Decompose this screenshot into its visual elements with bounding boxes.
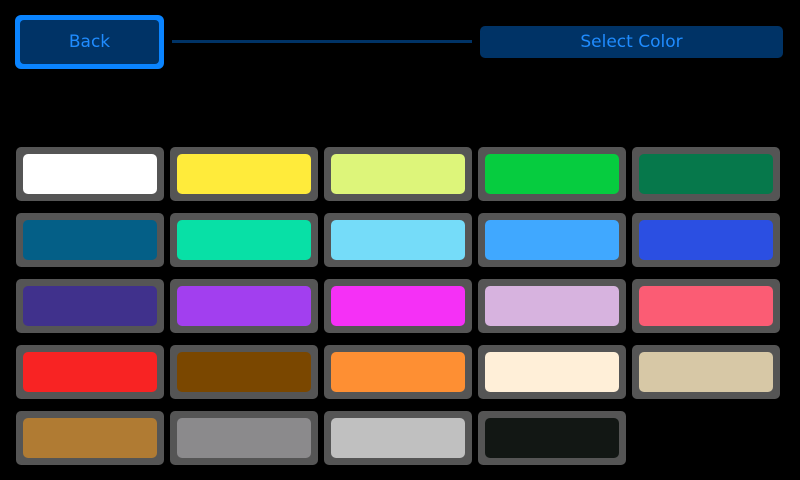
color-swatch-9[interactable]: [478, 213, 626, 267]
color-swatch-10[interactable]: [632, 213, 780, 267]
color-swatch-20[interactable]: [632, 345, 780, 399]
color-swatch-fill: [23, 418, 157, 458]
page-title: Select Color: [480, 26, 783, 58]
color-swatch-fill: [485, 154, 619, 194]
color-swatch-fill: [331, 418, 465, 458]
color-swatch-fill: [485, 286, 619, 326]
color-swatch-fill: [331, 220, 465, 260]
color-swatch-fill: [177, 418, 311, 458]
color-swatch-fill: [177, 220, 311, 260]
color-swatch-2[interactable]: [170, 147, 318, 201]
color-swatch-fill: [485, 352, 619, 392]
color-swatch-12[interactable]: [170, 279, 318, 333]
color-swatch-22[interactable]: [170, 411, 318, 465]
color-swatch-fill: [639, 154, 773, 194]
color-swatch-3[interactable]: [324, 147, 472, 201]
color-swatch-fill: [639, 220, 773, 260]
color-swatch-fill: [331, 352, 465, 392]
color-swatch-21[interactable]: [16, 411, 164, 465]
color-swatch-fill: [23, 352, 157, 392]
color-swatch-5[interactable]: [632, 147, 780, 201]
color-swatch-17[interactable]: [170, 345, 318, 399]
color-swatch-13[interactable]: [324, 279, 472, 333]
color-swatch-11[interactable]: [16, 279, 164, 333]
color-swatch-fill: [23, 220, 157, 260]
color-swatch-1[interactable]: [16, 147, 164, 201]
color-swatch-fill: [485, 220, 619, 260]
header-divider: [172, 40, 472, 43]
back-button-label: Back: [20, 20, 159, 64]
color-swatch-8[interactable]: [324, 213, 472, 267]
color-swatch-fill: [23, 286, 157, 326]
color-swatch-fill: [177, 352, 311, 392]
color-swatch-fill: [331, 154, 465, 194]
color-swatch-7[interactable]: [170, 213, 318, 267]
color-swatch-fill: [177, 154, 311, 194]
color-swatch-6[interactable]: [16, 213, 164, 267]
color-swatch-fill: [485, 418, 619, 458]
color-swatch-18[interactable]: [324, 345, 472, 399]
color-swatch-grid: [16, 147, 781, 465]
color-swatch-14[interactable]: [478, 279, 626, 333]
color-swatch-fill: [331, 286, 465, 326]
back-button[interactable]: Back: [15, 15, 164, 69]
color-swatch-4[interactable]: [478, 147, 626, 201]
color-swatch-24[interactable]: [478, 411, 626, 465]
color-swatch-16[interactable]: [16, 345, 164, 399]
color-swatch-15[interactable]: [632, 279, 780, 333]
color-swatch-19[interactable]: [478, 345, 626, 399]
color-swatch-fill: [23, 154, 157, 194]
color-swatch-fill: [639, 352, 773, 392]
color-swatch-23[interactable]: [324, 411, 472, 465]
color-swatch-fill: [639, 286, 773, 326]
color-swatch-fill: [177, 286, 311, 326]
